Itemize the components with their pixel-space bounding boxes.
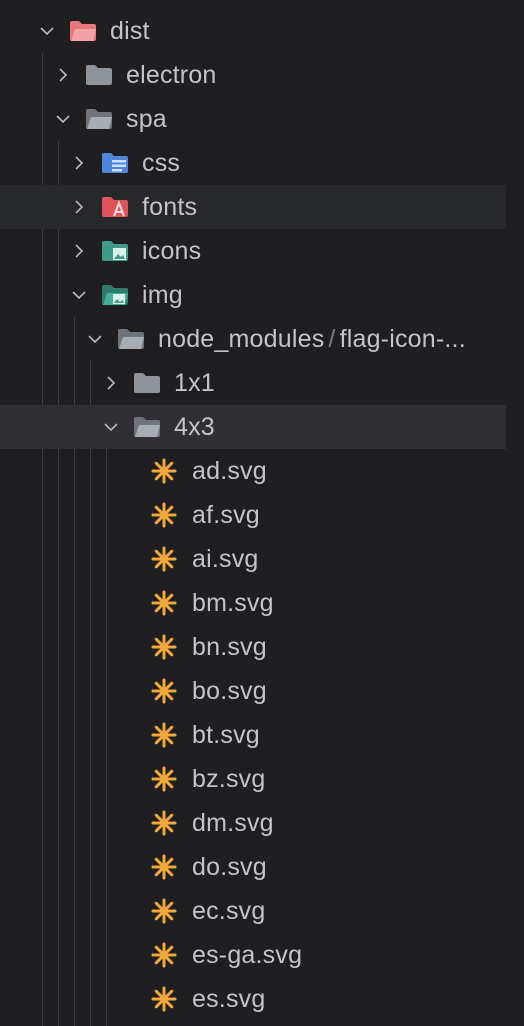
file-name: bn.svg — [192, 632, 267, 661]
tree-item-label: fonts — [142, 192, 198, 221]
file-name: ad.svg — [192, 456, 267, 485]
asterisk-icon — [150, 458, 178, 484]
open-folder-icon — [68, 18, 98, 44]
compact-folder-flag-icon[interactable]: flag-icon-... — [340, 325, 466, 353]
chevron-right-icon[interactable] — [100, 372, 122, 394]
file-name: ec.svg — [192, 896, 266, 925]
asterisk-icon — [150, 942, 178, 968]
tree-item-4x3[interactable]: 4x3 — [0, 405, 506, 449]
asterisk-icon — [150, 634, 178, 660]
asterisk-icon — [150, 986, 178, 1012]
file-name: bm.svg — [192, 588, 274, 617]
tree-item-css[interactable]: css — [0, 141, 506, 185]
file-name: do.svg — [192, 852, 267, 881]
tree-item-dist[interactable]: dist — [0, 9, 506, 53]
tree-item-label: 1x1 — [174, 368, 215, 397]
file-name: dm.svg — [192, 808, 274, 837]
folder-icon — [132, 370, 162, 396]
tree-item-1x1[interactable]: 1x1 — [0, 361, 506, 405]
file-name: bt.svg — [192, 720, 260, 749]
file-name: af.svg — [192, 500, 260, 529]
chevron-right-icon[interactable] — [52, 64, 74, 86]
tree-item-icons[interactable]: icons — [0, 229, 506, 273]
tree-item-label: electron — [126, 60, 217, 89]
file-explorer-tree: dist electron spa css fonts icons img no… — [0, 0, 524, 1026]
open-folder-icon — [84, 106, 114, 132]
asterisk-icon — [150, 502, 178, 528]
compact-folder-node-modules[interactable]: node_modules — [158, 325, 324, 353]
tree-item-file[interactable]: bn.svg — [0, 625, 506, 669]
fonts-folder-icon — [100, 194, 130, 220]
chevron-down-icon[interactable] — [84, 328, 106, 350]
open-folder-icon — [116, 326, 146, 352]
asterisk-icon — [150, 546, 178, 572]
file-name: bo.svg — [192, 676, 267, 705]
asterisk-icon — [150, 590, 178, 616]
asterisk-icon — [150, 722, 178, 748]
tree-item-node-modules-compact[interactable]: node_modules / flag-icon-... — [0, 317, 506, 361]
tree-item-file[interactable]: af.svg — [0, 493, 506, 537]
tree-item-label: css — [142, 148, 181, 177]
chevron-right-icon[interactable] — [68, 240, 90, 262]
tree-item-label: icons — [142, 236, 202, 265]
tree-item-spa[interactable]: spa — [0, 97, 506, 141]
tree-item-label: img — [142, 280, 183, 309]
asterisk-icon — [150, 898, 178, 924]
tree-item-img[interactable]: img — [0, 273, 506, 317]
open-folder-icon — [132, 414, 162, 440]
tree-item-file[interactable]: es.svg — [0, 977, 506, 1021]
image-folder-icon — [100, 238, 130, 264]
file-name: es.svg — [192, 984, 266, 1013]
image-folder-open-icon — [100, 282, 130, 308]
chevron-down-icon[interactable] — [36, 20, 58, 42]
folder-icon — [84, 62, 114, 88]
tree-item-label: 4x3 — [174, 412, 215, 441]
chevron-down-icon[interactable] — [52, 108, 74, 130]
tree-item-fonts[interactable]: fonts — [0, 185, 506, 229]
tree-item-label: dist — [110, 16, 150, 45]
asterisk-icon — [150, 678, 178, 704]
tree-item-electron[interactable]: electron — [0, 53, 506, 97]
file-name: es-ga.svg — [192, 940, 303, 969]
asterisk-icon — [150, 766, 178, 792]
css-folder-icon — [100, 150, 130, 176]
tree-item-file[interactable]: es-ga.svg — [0, 933, 506, 977]
tree-item-file[interactable]: bt.svg — [0, 713, 506, 757]
tree-item-file[interactable]: do.svg — [0, 845, 506, 889]
tree-item-label: spa — [126, 104, 167, 133]
tree-item-file[interactable]: ad.svg — [0, 449, 506, 493]
tree-item-file[interactable]: bz.svg — [0, 757, 506, 801]
tree-item-file[interactable]: bm.svg — [0, 581, 506, 625]
tree-item-file[interactable]: ec.svg — [0, 889, 506, 933]
file-name: ai.svg — [192, 544, 259, 573]
tree-item-file[interactable]: ai.svg — [0, 537, 506, 581]
asterisk-icon — [150, 854, 178, 880]
chevron-right-icon[interactable] — [68, 152, 90, 174]
path-separator: / — [328, 324, 336, 353]
file-name: bz.svg — [192, 764, 266, 793]
tree-item-label: node_modules / flag-icon-... — [158, 325, 466, 354]
chevron-down-icon[interactable] — [68, 284, 90, 306]
asterisk-icon — [150, 810, 178, 836]
chevron-down-icon[interactable] — [100, 416, 122, 438]
tree-item-file[interactable]: dm.svg — [0, 801, 506, 845]
tree-item-file[interactable]: bo.svg — [0, 669, 506, 713]
chevron-right-icon[interactable] — [68, 196, 90, 218]
